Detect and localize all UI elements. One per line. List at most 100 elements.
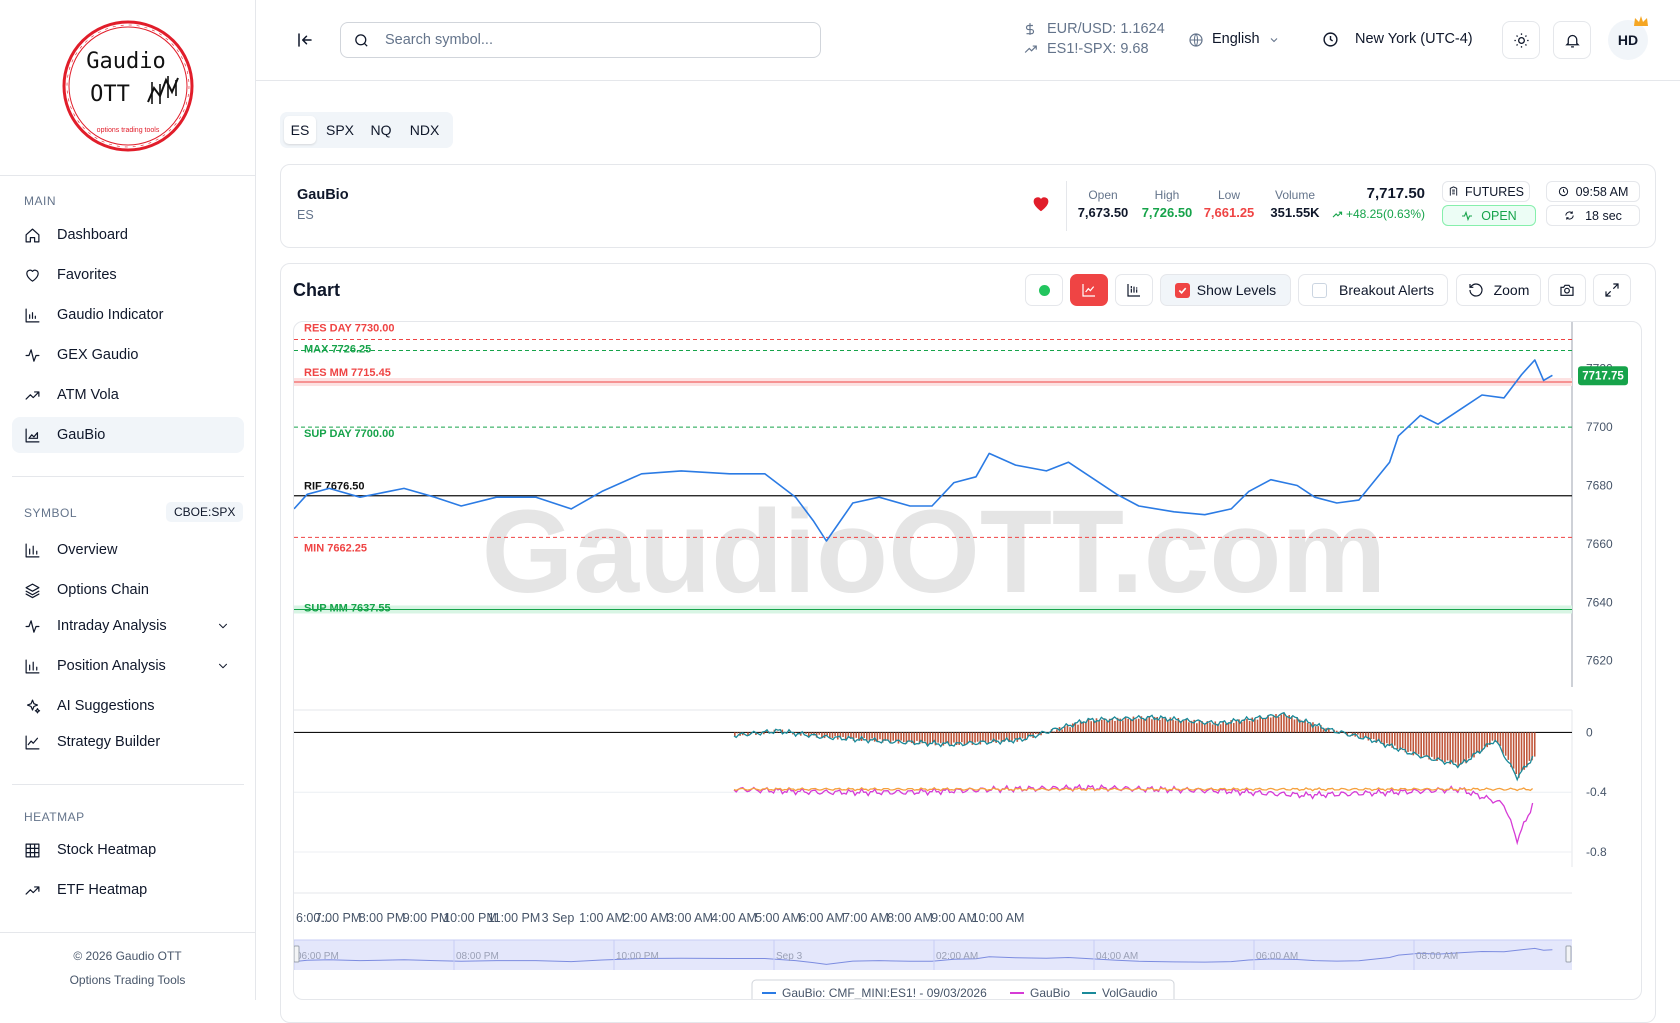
favorite-heart-icon[interactable] [1031, 194, 1051, 212]
cmf-bar [1273, 716, 1275, 732]
notifications-button[interactable] [1553, 21, 1591, 59]
live-status-button[interactable] [1025, 274, 1063, 306]
sidebar-item-gex-gaudio[interactable]: GEX Gaudio [12, 337, 244, 373]
cmf-bar [1241, 722, 1243, 732]
sidebar-item-gaudio-indicator[interactable]: Gaudio Indicator [12, 297, 244, 333]
sidebar-item-position-analysis[interactable]: Position Analysis [12, 648, 244, 684]
dollar-icon [1023, 21, 1037, 37]
timezone-select[interactable]: New York (UTC-4) [1355, 31, 1473, 47]
cmf-bar [1505, 732, 1507, 755]
tab-ndx[interactable]: NDX [402, 116, 447, 144]
sidebar-item-etf-heatmap[interactable]: ETF Heatmap [12, 872, 244, 908]
navigator-tick-label: 08:00 AM [1416, 951, 1458, 962]
breakout-alerts-toggle[interactable]: Breakout Alerts [1298, 274, 1448, 306]
activity-icon [24, 618, 41, 635]
quote-time-text: 09:58 AM [1576, 185, 1629, 199]
es-spx-spread: ES1!-SPX: 9.68 [1047, 41, 1149, 57]
chevron-down-icon[interactable] [1268, 34, 1280, 46]
trending-up-icon [1023, 42, 1039, 56]
cmf-bar [1011, 732, 1013, 740]
zoom-reset-button[interactable]: Zoom [1456, 274, 1541, 306]
cmf-bar [1317, 726, 1319, 732]
cmf-bar [805, 732, 807, 733]
sidebar-item-gaubio[interactable]: GauBio [12, 417, 244, 453]
theme-toggle-button[interactable] [1502, 21, 1540, 59]
area-chart-icon [24, 427, 41, 444]
cmf-bar [1389, 732, 1391, 745]
indicator-chart-button[interactable] [1115, 274, 1153, 306]
open-value: 7,673.50 [1073, 205, 1133, 220]
checkbox-checked-icon[interactable] [1175, 283, 1190, 298]
sidebar-item-ai-suggestions[interactable]: AI Suggestions [12, 688, 244, 724]
cmf-bar [1310, 724, 1312, 732]
sidebar-item-overview[interactable]: Overview [12, 532, 244, 568]
symbol-badge[interactable]: CBOE:SPX [166, 502, 243, 522]
bar-chart-icon [24, 658, 41, 675]
collapse-sidebar-icon[interactable] [296, 31, 314, 49]
cmf-bar [1222, 721, 1224, 732]
cmf-bar [1236, 721, 1238, 733]
breakout-alerts-label: Breakout Alerts [1339, 282, 1434, 298]
cmf-bar [1500, 732, 1502, 746]
gaudio-ott-logo[interactable]: Gaudio OTT options trading tools [60, 18, 196, 154]
show-levels-toggle[interactable]: Show Levels [1160, 274, 1291, 306]
sidebar-item-dashboard[interactable]: Dashboard [12, 217, 244, 253]
screenshot-button[interactable] [1548, 274, 1586, 306]
cmf-histogram [734, 713, 1536, 777]
rotate-ccw-icon [1468, 282, 1484, 298]
cmf-bar [776, 732, 778, 733]
chevron-down-icon[interactable] [216, 619, 230, 633]
time-tick-label: 6:00 AM [799, 911, 845, 925]
chart-area[interactable]: GaudioOTT.comRES DAY 7730.00MAX 7726.25R… [293, 321, 1642, 1000]
cmf-bar [1088, 719, 1090, 733]
cmf-bar [1518, 732, 1520, 777]
cmf-bar [898, 732, 900, 743]
symbol-tabs: ESSPXNQNDX [280, 112, 453, 148]
line-chart-icon [24, 734, 41, 751]
cmf-bar [1368, 732, 1370, 740]
tab-spx[interactable]: SPX [320, 116, 360, 144]
sidebar-item-intraday-analysis[interactable]: Intraday Analysis [12, 608, 244, 644]
time-tick-label: 10:00 AM [972, 911, 1025, 925]
market-type-text: FUTURES [1465, 185, 1524, 199]
time-tick-label: 7:00 AM [843, 911, 889, 925]
cmf-bar [1415, 732, 1417, 754]
watermark-text: GaudioOTT.com [482, 486, 1387, 618]
checkbox-unchecked-icon[interactable] [1312, 283, 1327, 298]
bar-chart-icon [24, 542, 41, 559]
refresh-interval-button[interactable]: 18 sec [1546, 205, 1640, 226]
cmf-bar [1061, 729, 1063, 732]
tab-es[interactable]: ES [284, 116, 316, 144]
fullscreen-button[interactable] [1593, 274, 1631, 306]
price-chart[interactable]: GaudioOTT.comRES DAY 7730.00MAX 7726.25R… [294, 322, 1642, 1000]
sidebar-item-stock-heatmap[interactable]: Stock Heatmap [12, 832, 244, 868]
sidebar-item-strategy-builder[interactable]: Strategy Builder [12, 724, 244, 760]
cmf-bar [1457, 732, 1459, 766]
cmf-bar [887, 732, 889, 740]
sidebar-item-label: Intraday Analysis [57, 618, 167, 634]
cmf-bar [924, 732, 926, 741]
chevron-down-icon[interactable] [216, 659, 230, 673]
open-label: Open [1073, 188, 1133, 202]
cmf-bar [1214, 721, 1216, 732]
cmf-bar [1035, 732, 1037, 734]
search-input[interactable] [385, 29, 805, 51]
tab-nq[interactable]: NQ [364, 116, 398, 144]
price-tick-label: 7640 [1586, 595, 1613, 609]
search-icon [353, 32, 370, 49]
search-box[interactable] [340, 22, 821, 58]
sidebar-item-options-chain[interactable]: Options Chain [12, 572, 244, 608]
cmf-bar [977, 732, 979, 741]
cmf-bar [929, 732, 931, 742]
cmf-bar [1442, 732, 1444, 761]
cmf-bar [964, 732, 966, 745]
cmf-bar [1014, 732, 1016, 738]
cmf-bar [1143, 719, 1145, 732]
cmf-bar [940, 732, 942, 743]
cmf-bar [1523, 732, 1525, 769]
line-chart-button[interactable] [1070, 274, 1108, 306]
low-value: 7,661.25 [1199, 205, 1259, 220]
language-select[interactable]: English [1212, 31, 1260, 47]
sidebar-item-favorites[interactable]: Favorites [12, 257, 244, 293]
sidebar-item-atm-vola[interactable]: ATM Vola [12, 377, 244, 413]
